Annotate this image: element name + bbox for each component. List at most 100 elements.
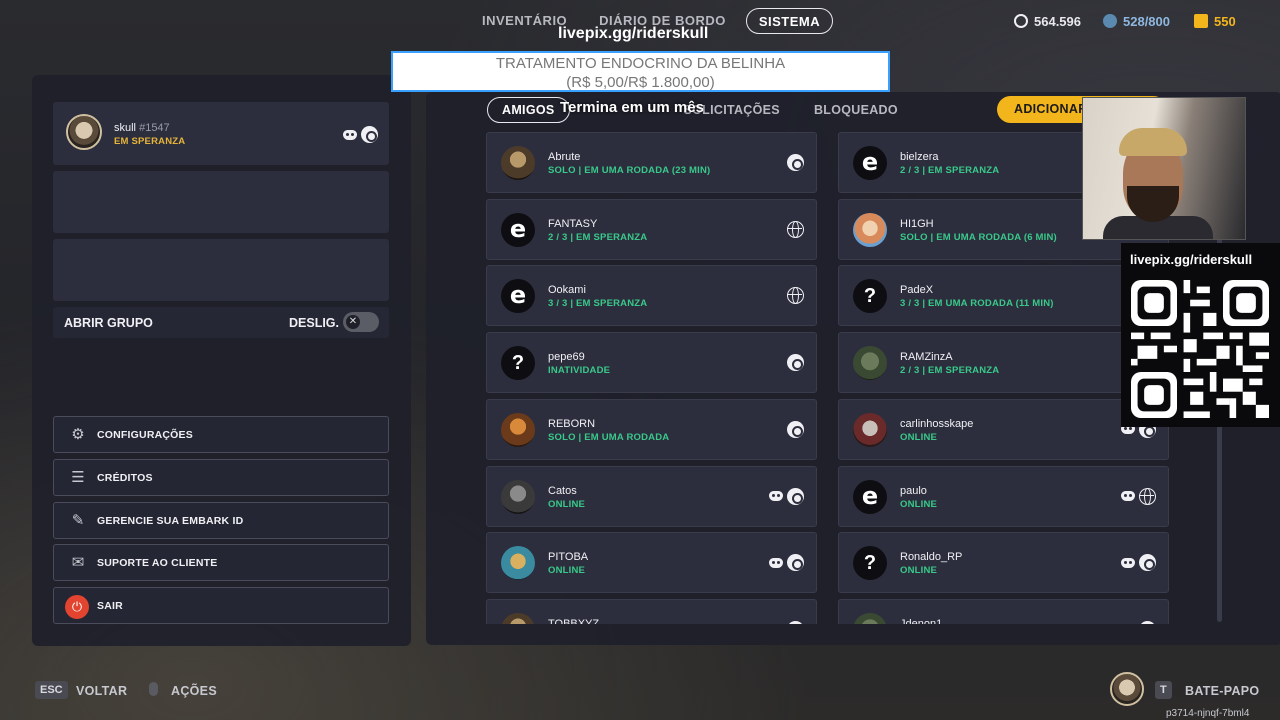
friend-name: FANTASY [548, 217, 598, 230]
friend-platform-icons [769, 487, 804, 505]
friend-status: 2 / 3 | EM SPERANZA [900, 365, 1000, 377]
donation-goal-deadline: Termina em um mês [560, 99, 704, 116]
globe-icon [1139, 487, 1156, 505]
friend-status: SOLO | EM UMA RODADA (23 MIN) [548, 165, 711, 176]
friend-name: Abrute [548, 151, 581, 163]
steam-icon [787, 554, 804, 572]
profile-tag: #1547 [139, 122, 170, 134]
friend-card[interactable]: RAMZinzA 2 / 3 | EM SPERANZA [838, 332, 1169, 394]
profile-card[interactable]: skull #1547 EM SPERANZA [53, 102, 389, 165]
avatar [501, 346, 535, 381]
empty-party-slot[interactable] [53, 239, 389, 301]
settings-button[interactable]: ⚙ CONFIGURAÇÕES [53, 416, 389, 453]
quit-button[interactable]: ⏻ SAIR [53, 587, 389, 624]
friend-platform-icons [787, 620, 804, 624]
friend-platform-icons [1121, 487, 1156, 505]
friends-list: Abrute SOLO | EM UMA RODADA (23 MIN) bielz… [486, 132, 1176, 624]
friend-card[interactable]: Jdenon1 [838, 598, 1169, 624]
friend-card[interactable]: Ookami3 / 3 | EM SPERANZA [486, 265, 817, 327]
steam-icon [787, 420, 804, 438]
currency-tokens: 528/800 [1103, 12, 1170, 30]
profile-status: EM SPERANZA [114, 136, 186, 147]
friend-platform-icons [1121, 554, 1156, 572]
steam-icon [787, 354, 804, 372]
discord-icon [769, 491, 783, 501]
coin-icon [1014, 14, 1028, 28]
discord-icon [1121, 491, 1135, 501]
id-icon: ✎ [71, 512, 85, 529]
mouse-icon [149, 682, 158, 696]
globe-icon [787, 220, 804, 238]
qr-url-label: livepix.gg/riderskull [1130, 252, 1253, 267]
friend-status: SOLO | EM UMA RODADA [548, 431, 670, 443]
friend-card[interactable]: Catos ONLINE [486, 465, 817, 527]
avatar [853, 546, 887, 581]
friend-status: ONLINE [548, 565, 586, 577]
tab-friends[interactable]: AMIGOS [487, 96, 570, 123]
chat-button[interactable]: BATE-PAPO [1185, 684, 1259, 698]
customer-support-button[interactable]: ✉ SUPORTE AO CLIENTE [53, 544, 389, 581]
tab-blocked[interactable]: BLOQUEADO [814, 103, 898, 117]
currency-value: 550 [1214, 13, 1236, 29]
friend-name: Ronaldo_RP [900, 551, 963, 564]
friend-card[interactable]: REBORN SOLO | EM UMA RODADA [486, 398, 817, 460]
close-icon: ✕ [346, 315, 360, 329]
friend-name: Ookami [548, 284, 586, 297]
avatar [853, 279, 887, 314]
manage-embark-id-label: GERENCIE SUA EMBARK ID [97, 515, 244, 527]
friend-card[interactable]: carlinhosskape ONLINE [838, 398, 1169, 460]
avatar [501, 279, 535, 314]
friend-status: ONLINE [900, 498, 938, 510]
friend-name: Jdenon1 [900, 617, 943, 624]
friend-platform-icons [1139, 620, 1156, 624]
qr-code [1131, 280, 1269, 418]
steam-icon [787, 620, 804, 624]
open-group-row: ABRIR GRUPO DESLIG. ✕ [53, 307, 389, 338]
friend-card[interactable]: Abrute SOLO | EM UMA RODADA (23 MIN) [486, 132, 817, 193]
friend-card[interactable]: TOBBXYZ [486, 598, 817, 624]
credits-button[interactable]: ☰ CRÉDITOS [53, 459, 389, 496]
friend-name: PadeX [900, 284, 934, 297]
friend-card[interactable]: PITOBA ONLINE [486, 532, 817, 594]
discord-icon [769, 557, 783, 568]
stream-donation-banner: TRATAMENTO ENDOCRINO DA BELINHA (R$ 5,00… [391, 51, 890, 92]
profile-icons [343, 126, 378, 143]
friend-platform-icons [787, 220, 804, 238]
chat-key: T [1155, 681, 1172, 699]
avatar [853, 412, 887, 447]
manage-embark-id-button[interactable]: ✎ GERENCIE SUA EMBARK ID [53, 502, 389, 539]
friend-card[interactable]: FANTASY2 / 3 | EM SPERANZA [486, 198, 817, 260]
friend-card[interactable]: pauloONLINE [838, 465, 1169, 527]
friend-card[interactable]: PadeX3 / 3 | EM UMA RODADA (11 MIN) [838, 265, 1169, 327]
open-group-toggle[interactable]: ✕ [343, 312, 379, 332]
friend-status: ONLINE [900, 565, 938, 577]
friend-name: REBORN [548, 417, 596, 430]
currency-coins: 564.596 [1014, 12, 1081, 30]
discord-icon [343, 129, 357, 140]
actions-button[interactable]: AÇÕES [171, 684, 217, 698]
friend-name: TOBBXYZ [548, 617, 600, 624]
steam-icon [787, 154, 804, 171]
gear-icon: ⚙ [71, 426, 85, 443]
friend-status: 3 / 3 | EM SPERANZA [548, 298, 648, 310]
avatar [853, 346, 887, 381]
friend-name: carlinhosskape [900, 417, 974, 430]
friend-name: RAMZinzA [900, 351, 953, 364]
friend-name: pepe69 [548, 351, 585, 364]
empty-party-slot[interactable] [53, 171, 389, 233]
customer-support-label: SUPORTE AO CLIENTE [97, 557, 218, 569]
back-button[interactable]: VOLTAR [76, 684, 127, 698]
friend-card[interactable]: pepe69INATIVIDADE [486, 332, 817, 394]
toggle-state-label: DESLIG. [289, 316, 340, 330]
friend-name: HI1GH [900, 217, 934, 230]
steam-icon [1139, 620, 1156, 624]
avatar [853, 479, 887, 514]
esc-key: ESC [35, 681, 68, 699]
streamer-cap [1119, 128, 1187, 156]
friend-platform-icons [787, 287, 804, 305]
friend-status: 3 / 3 | EM UMA RODADA (11 MIN) [900, 298, 1054, 310]
tab-system[interactable]: SISTEMA [745, 8, 834, 34]
build-version: p3714-njnqf-7bml4 [1166, 708, 1250, 719]
avatar [1110, 672, 1144, 706]
friend-card[interactable]: Ronaldo_RPONLINE [838, 532, 1169, 594]
